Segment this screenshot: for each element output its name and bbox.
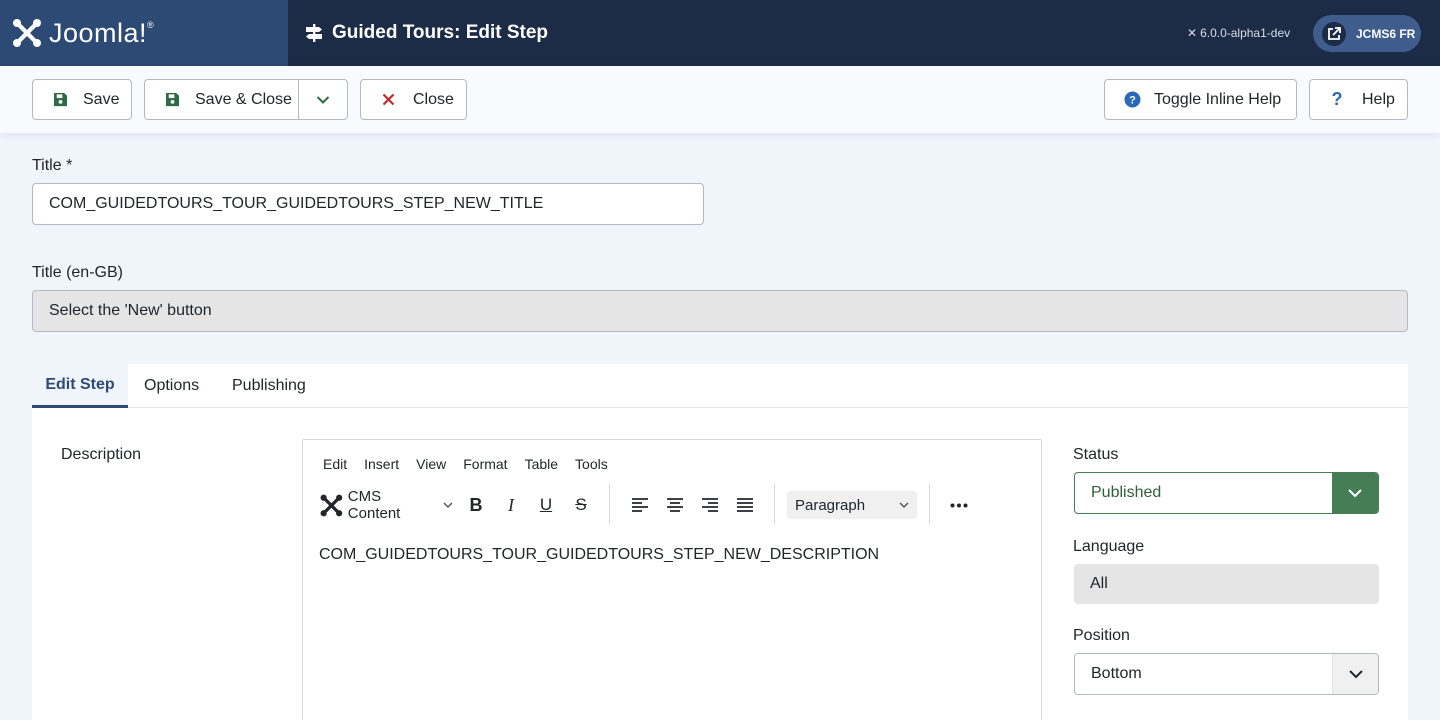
title-input[interactable]: COM_GUIDEDTOURS_TOUR_GUIDEDTOURS_STEP_NE… xyxy=(32,183,704,225)
save-close-label: Save & Close xyxy=(195,90,292,108)
page-title-wrap: Guided Tours: Edit Step xyxy=(304,0,548,66)
tab-options[interactable]: Options xyxy=(144,364,199,408)
align-right-icon xyxy=(702,498,718,512)
language-label: Language xyxy=(1073,538,1145,555)
signpost-icon xyxy=(306,24,322,42)
tab-publishing[interactable]: Publishing xyxy=(232,364,306,408)
tab-bar: Edit Step Options Publishing xyxy=(32,364,1408,408)
rich-text-editor: Edit Insert View Format Table Tools CMS … xyxy=(302,439,1042,720)
align-left-button[interactable] xyxy=(629,490,651,520)
tab-edit-step[interactable]: Edit Step xyxy=(32,364,128,408)
version-text: 6.0.0-alpha1-dev xyxy=(1200,26,1291,40)
editor-content[interactable]: COM_GUIDEDTOURS_TOUR_GUIDEDTOURS_STEP_NE… xyxy=(319,546,879,564)
menu-tools[interactable]: Tools xyxy=(575,456,608,472)
strikethrough-icon: S xyxy=(575,495,587,514)
toggle-inline-help-button[interactable]: ? Toggle Inline Help xyxy=(1104,79,1297,120)
help-button[interactable]: ? Help xyxy=(1309,79,1408,120)
language-value: All xyxy=(1090,575,1108,592)
save-label: Save xyxy=(83,90,120,108)
status-select[interactable]: Published xyxy=(1074,472,1379,514)
external-link-icon xyxy=(1322,21,1346,46)
toolbar: Save Save & Close Close ? Toggle Inline … xyxy=(0,66,1440,133)
toolbar-divider xyxy=(929,484,930,524)
title-translation-field: Select the 'New' button xyxy=(32,290,1408,332)
cms-content-label: CMS Content xyxy=(347,488,401,522)
block-format-select[interactable]: Paragraph xyxy=(787,491,917,519)
cms-content-dropdown[interactable]: CMS Content xyxy=(319,488,453,522)
description-label: Description xyxy=(61,446,142,463)
status-value: Published xyxy=(1091,484,1162,501)
view-site-button[interactable]: JCMS6 FR xyxy=(1313,15,1421,52)
menu-edit[interactable]: Edit xyxy=(323,456,347,472)
chevron-down-icon xyxy=(1332,473,1378,513)
question-icon: ? xyxy=(1331,89,1343,109)
brand-name: Joomla!® xyxy=(49,17,155,48)
save-button[interactable]: Save xyxy=(32,79,132,120)
italic-button[interactable]: I xyxy=(501,490,521,520)
floppy-disk-icon xyxy=(51,91,69,109)
underline-button[interactable]: U xyxy=(536,490,556,520)
toolbar-divider xyxy=(609,484,610,524)
align-center-icon xyxy=(667,498,683,512)
bold-button[interactable]: B xyxy=(466,490,486,520)
site-label: JCMS6 FR xyxy=(1356,26,1416,41)
svg-text:?: ? xyxy=(1129,95,1136,107)
title-translation-label: Title (en-GB) xyxy=(32,264,123,281)
block-format-value: Paragraph xyxy=(795,496,866,514)
close-icon xyxy=(379,91,397,109)
title-translation-value: Select the 'New' button xyxy=(49,302,212,319)
version-info: ✕ 6.0.0-alpha1-dev xyxy=(1187,0,1290,66)
close-button[interactable]: Close xyxy=(360,79,467,120)
more-tools-button[interactable] xyxy=(947,490,971,520)
floppy-disk-icon xyxy=(163,91,181,109)
menu-insert[interactable]: Insert xyxy=(364,456,399,472)
menu-table[interactable]: Table xyxy=(525,456,558,472)
app-header: Joomla!® Guided Tours: Edit Step ✕ 6.0.0… xyxy=(0,0,1440,66)
italic-icon: I xyxy=(508,494,514,515)
bold-icon: B xyxy=(469,494,483,515)
position-value: Bottom xyxy=(1091,665,1142,682)
joomla-small-icon: ✕ xyxy=(1187,26,1198,40)
align-center-button[interactable] xyxy=(664,490,686,520)
toggle-inline-help-label: Toggle Inline Help xyxy=(1154,90,1282,108)
editor-menubar: Edit Insert View Format Table Tools xyxy=(323,456,625,472)
position-select[interactable]: Bottom xyxy=(1074,653,1379,695)
chevron-down-icon xyxy=(899,501,909,508)
tab-panel: Edit Step Options Publishing Description… xyxy=(32,364,1408,720)
joomla-logo-icon xyxy=(320,494,343,516)
save-close-button[interactable]: Save & Close xyxy=(144,79,299,120)
question-circle-icon: ? xyxy=(1123,91,1141,109)
joomla-logo-icon xyxy=(13,19,41,47)
chevron-down-icon xyxy=(316,95,330,104)
align-left-icon xyxy=(632,498,648,512)
align-right-button[interactable] xyxy=(699,490,721,520)
menu-format[interactable]: Format xyxy=(463,456,507,472)
save-options-dropdown[interactable] xyxy=(298,79,348,120)
more-horizontal-icon xyxy=(950,503,968,507)
status-label: Status xyxy=(1073,446,1119,463)
brand[interactable]: Joomla!® xyxy=(0,0,288,66)
title-value: COM_GUIDEDTOURS_TOUR_GUIDEDTOURS_STEP_NE… xyxy=(49,195,544,212)
align-justify-button[interactable] xyxy=(734,490,756,520)
language-field: All xyxy=(1074,564,1379,604)
title-label: Title * xyxy=(32,157,73,174)
page-title: Guided Tours: Edit Step xyxy=(332,22,549,43)
chevron-down-icon xyxy=(443,501,453,508)
align-justify-icon xyxy=(737,498,753,512)
underline-icon: U xyxy=(539,495,553,514)
help-label: Help xyxy=(1362,90,1395,108)
menu-view[interactable]: View xyxy=(416,456,446,472)
toolbar-divider xyxy=(774,484,775,524)
chevron-down-icon xyxy=(1332,654,1378,694)
strikethrough-button[interactable]: S xyxy=(571,490,591,520)
close-label: Close xyxy=(413,90,454,108)
position-label: Position xyxy=(1073,627,1130,644)
